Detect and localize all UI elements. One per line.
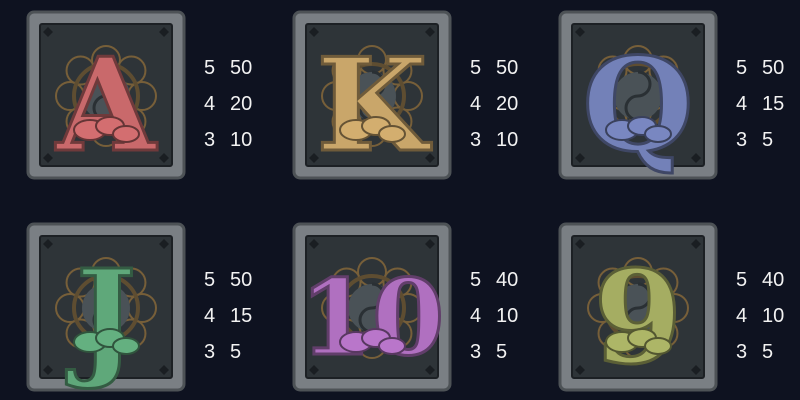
symbol-tile-k: K [292, 10, 452, 180]
payout-value: 50 [762, 56, 785, 79]
symbol-cell-q: Q 5 50 4 15 3 5 [558, 10, 800, 180]
symbol-glyph: J [66, 243, 137, 392]
match-count: 3 [204, 340, 216, 363]
match-count: 5 [470, 56, 482, 79]
pay-row: 5 50 [204, 50, 286, 86]
symbol-cell-k: K 5 50 4 20 3 10 [292, 10, 552, 180]
symbol-tile-10: 10 [292, 222, 452, 392]
pay-row: 35 [736, 122, 800, 158]
pay-row: 5 50 [736, 50, 800, 86]
match-count: 4 [204, 304, 216, 327]
symbol-glyph: 10 [300, 256, 445, 379]
payout-value: 20 [496, 92, 519, 115]
match-count: 4 [736, 92, 748, 115]
match-count: 4 [470, 304, 482, 327]
match-count: 4 [736, 304, 748, 327]
paytable: A 5 50 4 20 3 10 K 5 50 4 20 3 10 Q 5 50 4 15 3 5 J 5 50 4 15 3… [0, 0, 800, 400]
pay-row: 35 [204, 334, 286, 370]
paytable-values: 5 50 4 15 3 5 [204, 262, 286, 370]
pay-row: 5 40 [736, 262, 800, 298]
payout-value: 15 [230, 304, 253, 327]
pay-row: 4 15 [204, 298, 286, 334]
paytable-values: 5 50 4 20 3 10 [470, 50, 552, 158]
match-count: 3 [736, 128, 748, 151]
symbol-10-icon: 10 [292, 222, 452, 392]
symbol-tile-a: A [26, 10, 186, 180]
pay-row: 3 10 [470, 122, 552, 158]
payout-value: 40 [762, 268, 785, 291]
payout-value: 20 [230, 92, 253, 115]
match-count: 3 [470, 340, 482, 363]
pay-row: 4 15 [736, 86, 800, 122]
match-count: 4 [204, 92, 216, 115]
pay-row: 4 10 [736, 298, 800, 334]
symbol-glyph: A [55, 31, 157, 180]
symbol-glyph: Q [582, 31, 694, 180]
symbol-tile-q: Q [558, 10, 718, 180]
payout-value: 10 [496, 304, 519, 327]
match-count: 3 [736, 340, 748, 363]
symbol-cell-9: 9 5 40 4 10 3 5 [558, 222, 800, 392]
payout-value: 50 [230, 268, 253, 291]
pay-row: 35 [736, 334, 800, 370]
pay-row: 5 40 [470, 262, 552, 298]
match-count: 5 [470, 268, 482, 291]
match-count: 5 [204, 268, 216, 291]
pay-row: 3 10 [204, 122, 286, 158]
payout-value: 10 [496, 128, 519, 151]
payout-value: 5 [496, 340, 508, 363]
match-count: 3 [470, 128, 482, 151]
payout-value: 15 [762, 92, 785, 115]
payout-value: 40 [496, 268, 519, 291]
symbol-j-icon: J [26, 222, 186, 392]
match-count: 4 [470, 92, 482, 115]
match-count: 5 [736, 268, 748, 291]
match-count: 5 [736, 56, 748, 79]
symbol-q-icon: Q [558, 10, 718, 180]
symbol-tile-j: J [26, 222, 186, 392]
payout-value: 10 [230, 128, 253, 151]
symbol-cell-a: A 5 50 4 20 3 10 [26, 10, 286, 180]
paytable-values: 5 40 4 10 3 5 [470, 262, 552, 370]
symbol-tile-9: 9 [558, 222, 718, 392]
symbol-cell-10: 10 5 40 4 10 3 5 [292, 222, 552, 392]
match-count: 5 [204, 56, 216, 79]
symbol-k-icon: K [292, 10, 452, 180]
pay-row: 4 20 [470, 86, 552, 122]
match-count: 3 [204, 128, 216, 151]
paytable-values: 5 50 4 15 3 5 [736, 50, 800, 158]
pay-row: 5 50 [204, 262, 286, 298]
payout-value: 50 [230, 56, 253, 79]
paytable-values: 5 50 4 20 3 10 [204, 50, 286, 158]
pay-row: 4 10 [470, 298, 552, 334]
symbol-glyph: K [316, 31, 432, 180]
pay-row: 5 50 [470, 50, 552, 86]
symbol-a-icon: A [26, 10, 186, 180]
symbol-9-icon: 9 [558, 222, 718, 392]
pay-row: 4 20 [204, 86, 286, 122]
payout-value: 5 [762, 340, 774, 363]
payout-value: 5 [230, 340, 242, 363]
symbol-glyph: 9 [593, 243, 682, 392]
symbol-cell-j: J 5 50 4 15 3 5 [26, 222, 286, 392]
paytable-values: 5 40 4 10 3 5 [736, 262, 800, 370]
payout-value: 5 [762, 128, 774, 151]
payout-value: 10 [762, 304, 785, 327]
payout-value: 50 [496, 56, 519, 79]
pay-row: 35 [470, 334, 552, 370]
